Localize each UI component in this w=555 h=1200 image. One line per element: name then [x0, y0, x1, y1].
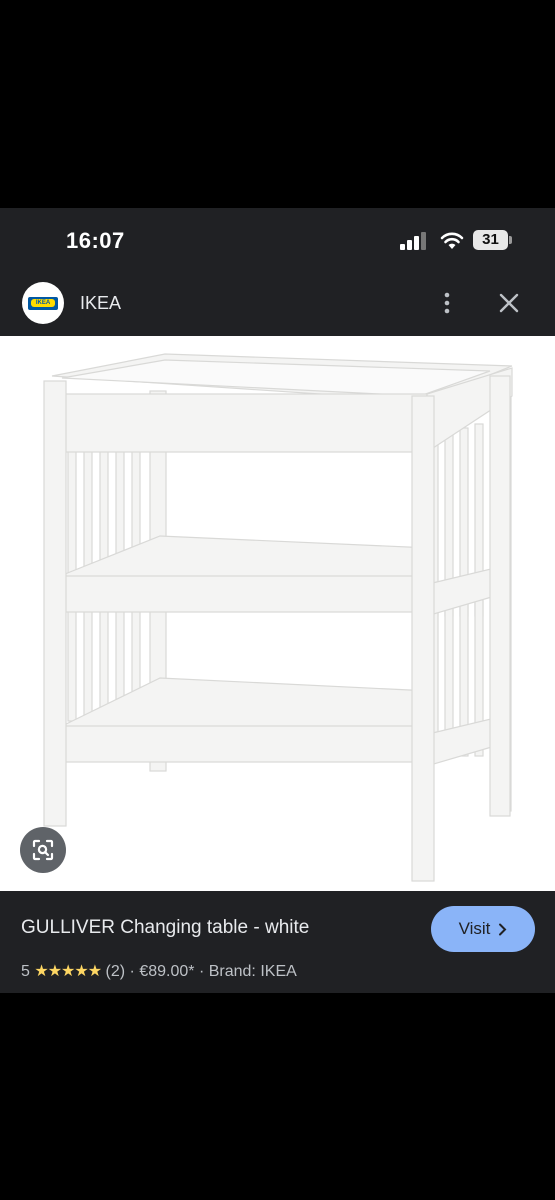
ikea-logo-text: IKEA [31, 299, 55, 307]
visit-button-label: Visit [458, 919, 491, 938]
product-info-panel: GULLIVER Changing table - white 5 ★★★★★ … [0, 891, 555, 993]
product-meta: 5 ★★★★★ (2) · €89.00* · Brand: IKEA [21, 961, 297, 981]
product-title[interactable]: GULLIVER Changing table - white [21, 917, 309, 939]
site-logo[interactable]: IKEA [22, 282, 64, 324]
review-count: (2) [105, 963, 126, 980]
more-options-icon[interactable] [432, 288, 462, 318]
status-time: 16:07 [66, 228, 125, 253]
visit-button[interactable]: Visit [431, 906, 535, 952]
battery-icon: 31 [473, 230, 513, 250]
product-price: €89.00* [139, 963, 195, 980]
meta-separator: · [198, 963, 205, 980]
lens-search-button[interactable] [20, 827, 66, 873]
close-icon[interactable] [494, 288, 524, 318]
battery-level: 31 [473, 230, 508, 250]
phone-screen: 16:07 31 IKEA IKEA GULLIVER Changing tab… [0, 208, 555, 993]
meta-separator: · [129, 963, 135, 980]
site-header: IKEA IKEA [0, 272, 555, 336]
rating-value: 5 [21, 963, 30, 980]
wifi-icon [440, 232, 464, 249]
chevron-right-icon [499, 923, 507, 935]
product-image[interactable] [0, 336, 555, 891]
cellular-signal-icon [400, 232, 426, 250]
changing-table-illustration [43, 353, 513, 882]
product-brand: Brand: IKEA [208, 963, 297, 980]
status-bar: 16:07 31 [0, 208, 555, 272]
rating-stars-icon: ★★★★★ [34, 963, 102, 980]
visual-search-icon [32, 839, 54, 861]
site-name[interactable]: IKEA [80, 293, 121, 314]
